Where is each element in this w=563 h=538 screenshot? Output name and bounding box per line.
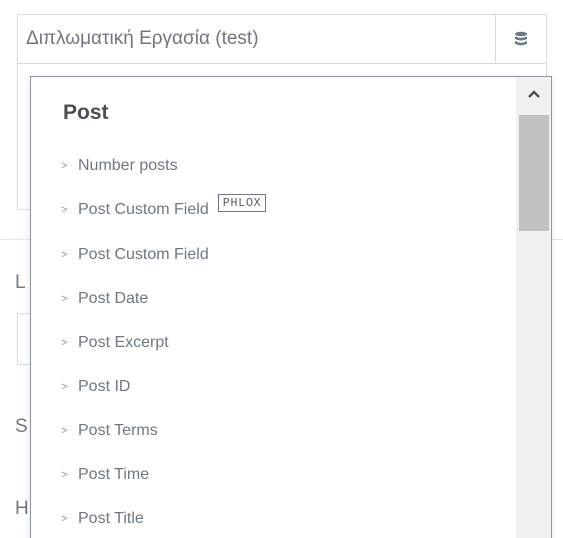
- chevron-up-icon: [528, 90, 540, 98]
- scroll-up-button[interactable]: [516, 77, 551, 111]
- bullet-icon: >: [61, 469, 68, 481]
- option-label: Post Date: [78, 290, 149, 307]
- title-input-value: Διπλωματική Εργασία (test): [26, 28, 259, 49]
- option-label: Post Custom Field: [78, 246, 209, 263]
- bullet-icon: >: [61, 160, 68, 172]
- option-label: Number posts: [78, 157, 178, 174]
- bullet-icon: >: [61, 513, 68, 525]
- option-post-terms[interactable]: > Post Terms: [61, 418, 158, 444]
- hidden-label-h: H: [15, 498, 29, 519]
- option-label: Post Terms: [78, 422, 158, 439]
- dropdown-group-title: Post: [63, 101, 109, 124]
- option-number-posts[interactable]: > Number posts: [61, 153, 178, 179]
- hidden-label-s: S: [15, 416, 28, 437]
- bullet-icon: >: [61, 204, 68, 216]
- bullet-icon: >: [61, 381, 68, 393]
- title-input[interactable]: Διπλωματική Εργασία (test): [17, 14, 495, 64]
- bullet-icon: >: [61, 293, 68, 305]
- database-icon: [515, 31, 527, 46]
- option-post-title[interactable]: > Post Title: [61, 506, 144, 532]
- option-label: Post Excerpt: [78, 334, 169, 351]
- dropdown-scrollbar[interactable]: [516, 77, 551, 538]
- option-label: Post ID: [78, 378, 131, 395]
- dynamic-tags-button[interactable]: [495, 14, 547, 64]
- option-label: Post Time: [78, 466, 150, 483]
- phlox-badge: PHLOX: [217, 194, 267, 212]
- bullet-icon: >: [61, 425, 68, 437]
- option-post-custom-field-phlox[interactable]: > Post Custom Field PHLOX: [61, 194, 267, 223]
- option-post-excerpt[interactable]: > Post Excerpt: [61, 330, 169, 356]
- option-post-time[interactable]: > Post Time: [61, 462, 149, 488]
- scrollbar-thumb[interactable]: [519, 115, 549, 231]
- bullet-icon: >: [61, 249, 68, 261]
- editor-panel: Διπλωματική Εργασία (test) L S H Post > …: [0, 0, 563, 538]
- option-label: Post Custom Field: [78, 201, 209, 218]
- option-post-custom-field[interactable]: > Post Custom Field: [61, 242, 209, 268]
- hidden-label-l: L: [15, 272, 26, 293]
- bullet-icon: >: [61, 337, 68, 349]
- option-post-id[interactable]: > Post ID: [61, 374, 130, 400]
- option-label: Post Title: [78, 510, 144, 527]
- option-post-date[interactable]: > Post Date: [61, 286, 148, 312]
- dynamic-tags-dropdown: Post > Number posts > Post Custom Field …: [30, 76, 552, 538]
